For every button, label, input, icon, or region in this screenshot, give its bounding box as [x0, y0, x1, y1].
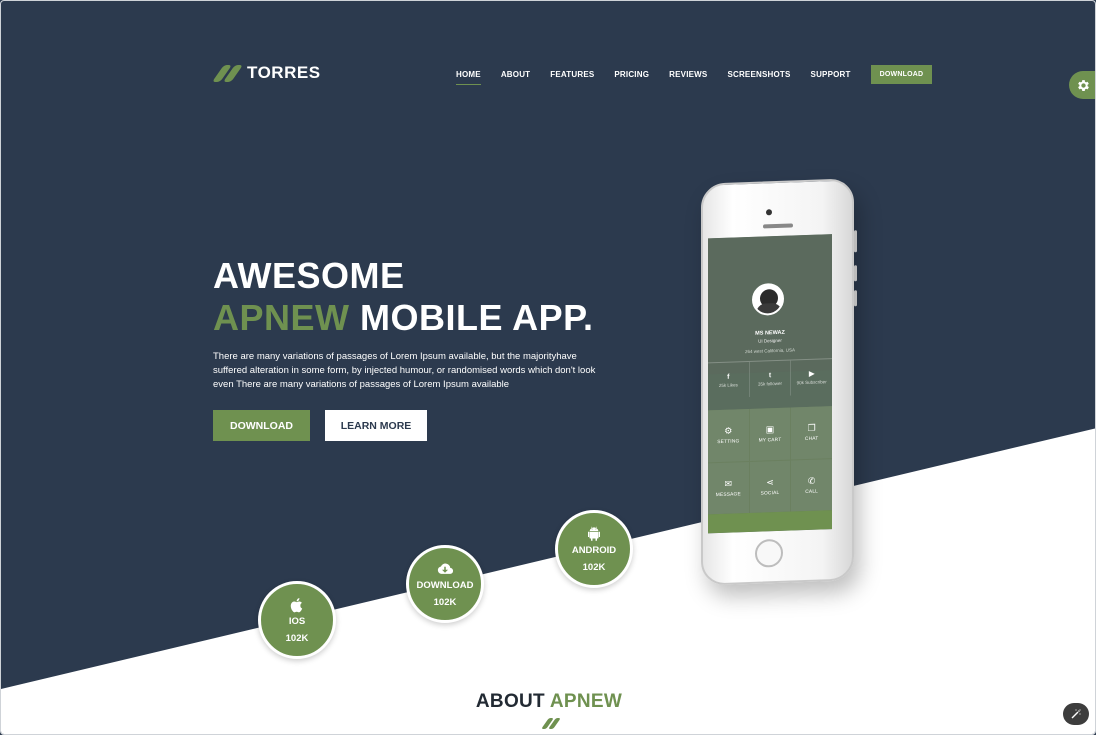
hero-accent-word: APNEW: [213, 297, 350, 338]
profile-social-row: f 25k Likes t 35k follower ▶ 90k Subscri…: [708, 358, 832, 399]
tile-chat: ❐ CHAT: [791, 406, 832, 460]
magic-wand-icon: [1071, 709, 1081, 719]
nav-item-features[interactable]: FEATURES: [550, 70, 594, 83]
twitter-icon: t: [768, 371, 772, 379]
settings-toggle-button[interactable]: [1069, 71, 1095, 99]
hero-line-2: APNEW MOBILE APP.: [213, 297, 594, 339]
learn-more-button[interactable]: LEARN MORE: [325, 410, 427, 441]
about-heading: ABOUT APNEW: [1, 691, 1095, 713]
tile-social-label: SOCIAL: [760, 490, 780, 497]
tile-my-cart: ▣ MY CART: [749, 407, 791, 461]
nav-item-reviews[interactable]: REVIEWS: [669, 70, 707, 83]
phone-camera: [766, 209, 772, 216]
tile-setting: ⚙ SETTING: [708, 409, 749, 462]
hero-heading: AWESOME APNEW MOBILE APP.: [213, 255, 594, 339]
phone-speaker: [763, 223, 793, 229]
youtube-icon: ▶: [808, 370, 815, 378]
tile-message: ✉ MESSAGE: [708, 461, 749, 515]
magic-wand-fab[interactable]: [1063, 703, 1089, 725]
nav-item-about[interactable]: ABOUT: [501, 70, 530, 83]
apple-icon: [290, 597, 303, 612]
brand-logo[interactable]: TORRES: [212, 63, 321, 83]
social-facebook: f 25k Likes: [708, 361, 750, 399]
facebook-icon: f: [727, 373, 730, 381]
phone-home-button: [755, 538, 783, 568]
page-frame: TORRES HOME ABOUT FEATURES PRICING REVIE…: [0, 0, 1096, 735]
about-accent-word: APNEW: [549, 691, 623, 712]
social-twitter-count: 35k follower: [758, 380, 783, 387]
tile-message-label: MESSAGE: [715, 492, 741, 498]
phone-volume-up: [854, 265, 857, 282]
stat-download-label: DOWNLOAD: [416, 579, 474, 591]
nav-item-support[interactable]: SUPPORT: [811, 70, 851, 83]
main-nav: HOME ABOUT FEATURES PRICING REVIEWS SCRE…: [456, 65, 933, 85]
share-icon: ⋖: [766, 476, 774, 488]
chat-icon: ❐: [807, 422, 816, 434]
hero-line-2-rest: MOBILE APP.: [349, 297, 594, 338]
tile-chat-label: CHAT: [804, 436, 819, 443]
cloud-download-icon: [437, 563, 454, 574]
stat-download-count: 102K: [433, 596, 457, 608]
profile-avatar: [752, 282, 784, 316]
brand-name: TORRES: [247, 63, 321, 82]
about-word: ABOUT: [475, 691, 545, 712]
tile-social: ⋖ SOCIAL: [749, 460, 791, 513]
social-youtube: ▶ 90k Subscriber: [791, 359, 832, 395]
screen-footer-bar: [708, 510, 832, 534]
stat-android: ANDROID 102K: [555, 510, 633, 588]
hero-download-button[interactable]: DOWNLOAD: [213, 410, 310, 441]
phone-screen: MS NEWAZ UI Designer 264 west California…: [708, 234, 832, 534]
tile-my-cart-label: MY CART: [758, 438, 782, 444]
tile-setting-label: SETTING: [717, 439, 740, 446]
app-tile-grid: ⚙ SETTING ▣ MY CART ❐ CHAT ✉ MESSAGE ⋖ SOCIAL…: [708, 406, 832, 515]
nav-download-button[interactable]: DOWNLOAD: [870, 65, 933, 84]
logo-mark-icon: [212, 64, 243, 82]
nav-item-pricing[interactable]: PRICING: [614, 70, 649, 83]
social-youtube-count: 90k Subscriber: [796, 379, 827, 386]
stat-android-count: 102K: [582, 561, 606, 573]
social-facebook-count: 25k Likes: [718, 381, 738, 388]
phone-side-button: [854, 230, 857, 253]
phone-icon: ✆: [807, 475, 816, 486]
tile-call-label: CALL: [805, 489, 819, 495]
stat-ios-count: 102K: [285, 632, 309, 644]
setting-icon: ⚙: [724, 425, 733, 437]
gear-icon: [1077, 79, 1089, 91]
stat-download: DOWNLOAD 102K: [406, 545, 484, 623]
hero-line-1: AWESOME: [213, 255, 405, 296]
phone-volume-down: [854, 290, 857, 307]
android-icon: [588, 526, 600, 541]
social-twitter: t 35k follower: [749, 360, 792, 397]
stat-android-label: ANDROID: [571, 544, 617, 556]
nav-item-screenshots[interactable]: SCREENSHOTS: [727, 70, 790, 83]
nav-item-home[interactable]: HOME: [456, 70, 481, 85]
tile-call: ✆ CALL: [791, 458, 832, 512]
message-icon: ✉: [724, 478, 733, 489]
about-divider-mark-icon: [541, 718, 561, 730]
cart-icon: ▣: [765, 424, 775, 435]
phone-mockup: MS NEWAZ UI Designer 264 west California…: [701, 178, 857, 586]
hero-description: There are many variations of passages of…: [213, 351, 596, 390]
stat-ios: IOS 102K: [258, 581, 336, 659]
stat-ios-label: IOS: [288, 615, 306, 627]
